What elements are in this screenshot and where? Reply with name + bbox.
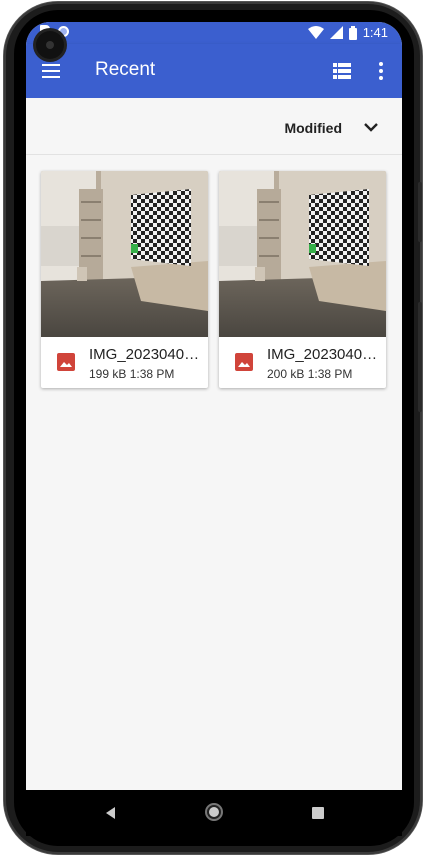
navigation-bar <box>26 790 402 836</box>
menu-icon <box>42 64 60 66</box>
volume-button <box>418 302 422 412</box>
more-vert-icon <box>379 62 383 80</box>
file-name: IMG_2023040… <box>89 346 200 363</box>
wifi-icon <box>307 25 324 39</box>
back-icon[interactable] <box>103 805 119 821</box>
status-bar: 1:41 <box>26 22 402 44</box>
page-title: Recent <box>95 59 156 80</box>
file-size: 199 kB <box>89 367 127 381</box>
home-icon[interactable] <box>205 803 223 821</box>
app-bar: Recent <box>26 44 402 98</box>
file-meta: 199 kB 1:38 PM <box>89 367 174 381</box>
file-time: 1:38 PM <box>307 367 353 381</box>
file-card[interactable]: IMG_2023040… 200 kB 1:38 PM <box>219 171 386 388</box>
screen: 1:41 Recent Modified IMG_2023040… 199 kB… <box>26 22 402 790</box>
list-view-button[interactable] <box>331 60 353 82</box>
image-icon <box>57 353 75 371</box>
recents-icon[interactable] <box>312 807 324 819</box>
sort-bar: Modified <box>26 98 402 155</box>
image-icon <box>235 353 253 371</box>
sort-label[interactable]: Modified <box>284 120 342 136</box>
front-camera <box>36 31 64 59</box>
file-card[interactable]: IMG_2023040… 199 kB 1:38 PM <box>41 171 208 388</box>
file-meta: 200 kB 1:38 PM <box>267 367 352 381</box>
chevron-down-icon <box>364 123 378 132</box>
file-thumbnail <box>41 171 208 337</box>
battery-icon <box>348 25 357 40</box>
power-button <box>418 182 422 242</box>
status-time: 1:41 <box>362 25 388 40</box>
sort-dropdown-button[interactable] <box>360 116 382 138</box>
file-info: IMG_2023040… 199 kB 1:38 PM <box>41 337 208 388</box>
file-name: IMG_2023040… <box>267 346 378 363</box>
file-time: 1:38 PM <box>129 367 175 381</box>
signal-icon <box>329 26 343 39</box>
more-options-button[interactable] <box>371 60 391 82</box>
list-view-icon <box>333 63 351 79</box>
file-size: 200 kB <box>267 367 305 381</box>
file-thumbnail <box>219 171 386 337</box>
menu-button[interactable] <box>40 59 64 83</box>
file-info: IMG_2023040… 200 kB 1:38 PM <box>219 337 386 388</box>
